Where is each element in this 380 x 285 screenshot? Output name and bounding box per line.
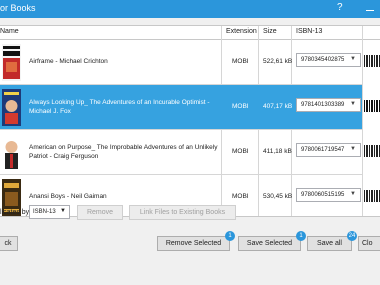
remove-selected-count-badge: 1 (225, 231, 235, 241)
book-cover-image (2, 134, 21, 171)
table-row[interactable]: Airframe - Michael Crichton MOBI 522,61 … (0, 40, 380, 85)
column-header-isbn[interactable]: ISBN-13 (296, 28, 322, 35)
book-title: Airframe - Michael Crichton (29, 58, 108, 65)
barcode-icon[interactable] (364, 55, 380, 67)
book-cover-image (2, 44, 21, 81)
chevron-down-icon: ▼ (350, 101, 356, 107)
isbn-select[interactable]: 9781401303389 ▼ (296, 98, 361, 112)
isbn-select[interactable]: 9780060515195 ▼ (296, 188, 361, 202)
books-table: Name Extension Size ISBN-13 Airframe - M… (0, 25, 380, 217)
book-extension: MOBI (232, 148, 249, 155)
book-title: American on Purpose_ The Improbable Adve… (29, 143, 219, 161)
book-cover-art (2, 44, 21, 81)
isbn-select[interactable]: 9780345402875 ▼ (296, 53, 361, 67)
duplicates-label: licates by: (0, 209, 32, 216)
remove-selected-button[interactable]: Remove Selected (157, 236, 230, 251)
book-extension: MOBI (232, 58, 249, 65)
table-row[interactable]: American on Purpose_ The Improbable Adve… (0, 130, 380, 175)
isbn-value: 9780061719547 (301, 147, 345, 153)
duplicates-select[interactable]: ISBN-13 ▼ (29, 205, 70, 219)
book-extension: MOBI (232, 193, 249, 200)
book-cover-art (2, 89, 21, 126)
book-size: 411,18 kB (263, 148, 292, 155)
chevron-down-icon: ▼ (350, 146, 356, 152)
book-size: 522,61 kB (263, 58, 293, 65)
save-all-button[interactable]: Save all (307, 236, 352, 251)
table-row[interactable]: Always Looking Up_ The Adventures of an … (0, 85, 380, 130)
book-cover-image (2, 89, 21, 126)
window-title: or Books (0, 3, 36, 13)
chevron-down-icon: ▼ (60, 208, 66, 214)
back-button[interactable]: ck (0, 236, 18, 251)
title-bar: or Books ? (0, 0, 380, 18)
column-divider (362, 26, 363, 216)
book-title-line: Always Looking Up_ The Adventures of an … (29, 99, 210, 106)
isbn-value: 9780345402875 (301, 57, 345, 63)
book-title: Always Looking Up_ The Adventures of an … (29, 98, 219, 116)
barcode-icon[interactable] (364, 145, 380, 157)
column-header-extension[interactable]: Extension (226, 28, 257, 35)
book-title: Anansi Boys - Neil Gaiman (29, 193, 107, 200)
book-title-line: Patriot - Craig Ferguson (29, 153, 99, 160)
remove-button[interactable]: Remove (77, 205, 123, 220)
chevron-down-icon: ▼ (350, 56, 356, 62)
book-cover-art (2, 134, 21, 171)
column-header-size[interactable]: Size (263, 28, 277, 35)
save-selected-count-badge: 1 (296, 231, 306, 241)
isbn-select[interactable]: 9780061719547 ▼ (296, 143, 361, 157)
table-header: Name Extension Size ISBN-13 (0, 26, 380, 40)
close-button[interactable]: Clo (358, 236, 380, 251)
chevron-down-icon: ▼ (350, 191, 356, 197)
help-icon[interactable]: ? (337, 2, 343, 13)
book-title-line: Michael J. Fox (29, 108, 71, 115)
save-all-count-badge: 24 (347, 231, 357, 241)
isbn-value: 9781401303389 (301, 102, 345, 108)
book-size: 530,45 kB (263, 193, 293, 200)
book-extension: MOBI (232, 103, 249, 110)
isbn-value: 9780060515195 (301, 192, 345, 198)
column-header-name[interactable]: Name (0, 28, 19, 35)
barcode-icon[interactable] (364, 100, 380, 112)
book-title-line: American on Purpose_ The Improbable Adve… (29, 144, 218, 151)
barcode-icon[interactable] (364, 190, 380, 202)
duplicates-value: ISBN-13 (33, 209, 56, 215)
save-selected-button[interactable]: Save Selected (238, 236, 301, 251)
minimize-icon[interactable] (362, 1, 380, 17)
link-files-button[interactable]: Link Files to Existing Books (129, 205, 236, 220)
book-size: 407,17 kB (263, 103, 293, 110)
